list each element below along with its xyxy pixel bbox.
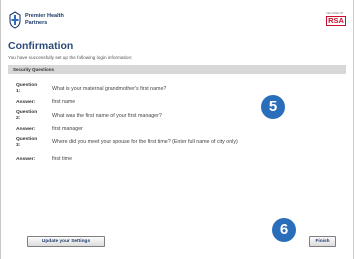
question-text: What is your maternal grandmother's firs… [52, 86, 167, 92]
confirmation-window: Premier Health Partners SECURED BY RSA C… [0, 0, 354, 259]
update-settings-button[interactable]: Update your Settings [27, 236, 105, 247]
rsa-caption: SECURED BY [326, 12, 344, 15]
question-label: Question 1: [16, 83, 38, 94]
question-label: Question 2: [16, 110, 38, 121]
logo-line-2: Partners [25, 19, 48, 26]
logo-line-1: Premier Health [25, 13, 64, 19]
answer-label: Answer: [16, 157, 36, 162]
window-border [0, 0, 1, 259]
step-badge-6: 6 [272, 218, 296, 242]
answer-text: first time [52, 156, 73, 162]
answer-label: Answer: [16, 100, 36, 105]
premier-health-logo: Premier Health Partners [8, 11, 64, 33]
rsa-logo: RSA [326, 16, 346, 26]
finish-button[interactable]: Finish [309, 236, 336, 247]
page-title: Confirmation [8, 40, 74, 52]
page-subtitle: You have successfully set up the followi… [8, 55, 133, 60]
step-badge-5: 5 [261, 95, 285, 119]
section-title: Security Questions [13, 67, 55, 72]
answer-text: first manager [52, 126, 83, 132]
answer-text: first name [52, 99, 76, 105]
question-label: Question 3: [16, 137, 38, 148]
logo-text: Premier Health Partners [25, 13, 65, 26]
section-header: Security Questions [8, 65, 346, 74]
answer-label: Answer: [16, 127, 36, 132]
question-text: Where did you meet your spouse for the f… [52, 139, 238, 145]
question-text: What was the first name of your first ma… [52, 113, 162, 119]
logo-mark-icon [9, 11, 21, 29]
